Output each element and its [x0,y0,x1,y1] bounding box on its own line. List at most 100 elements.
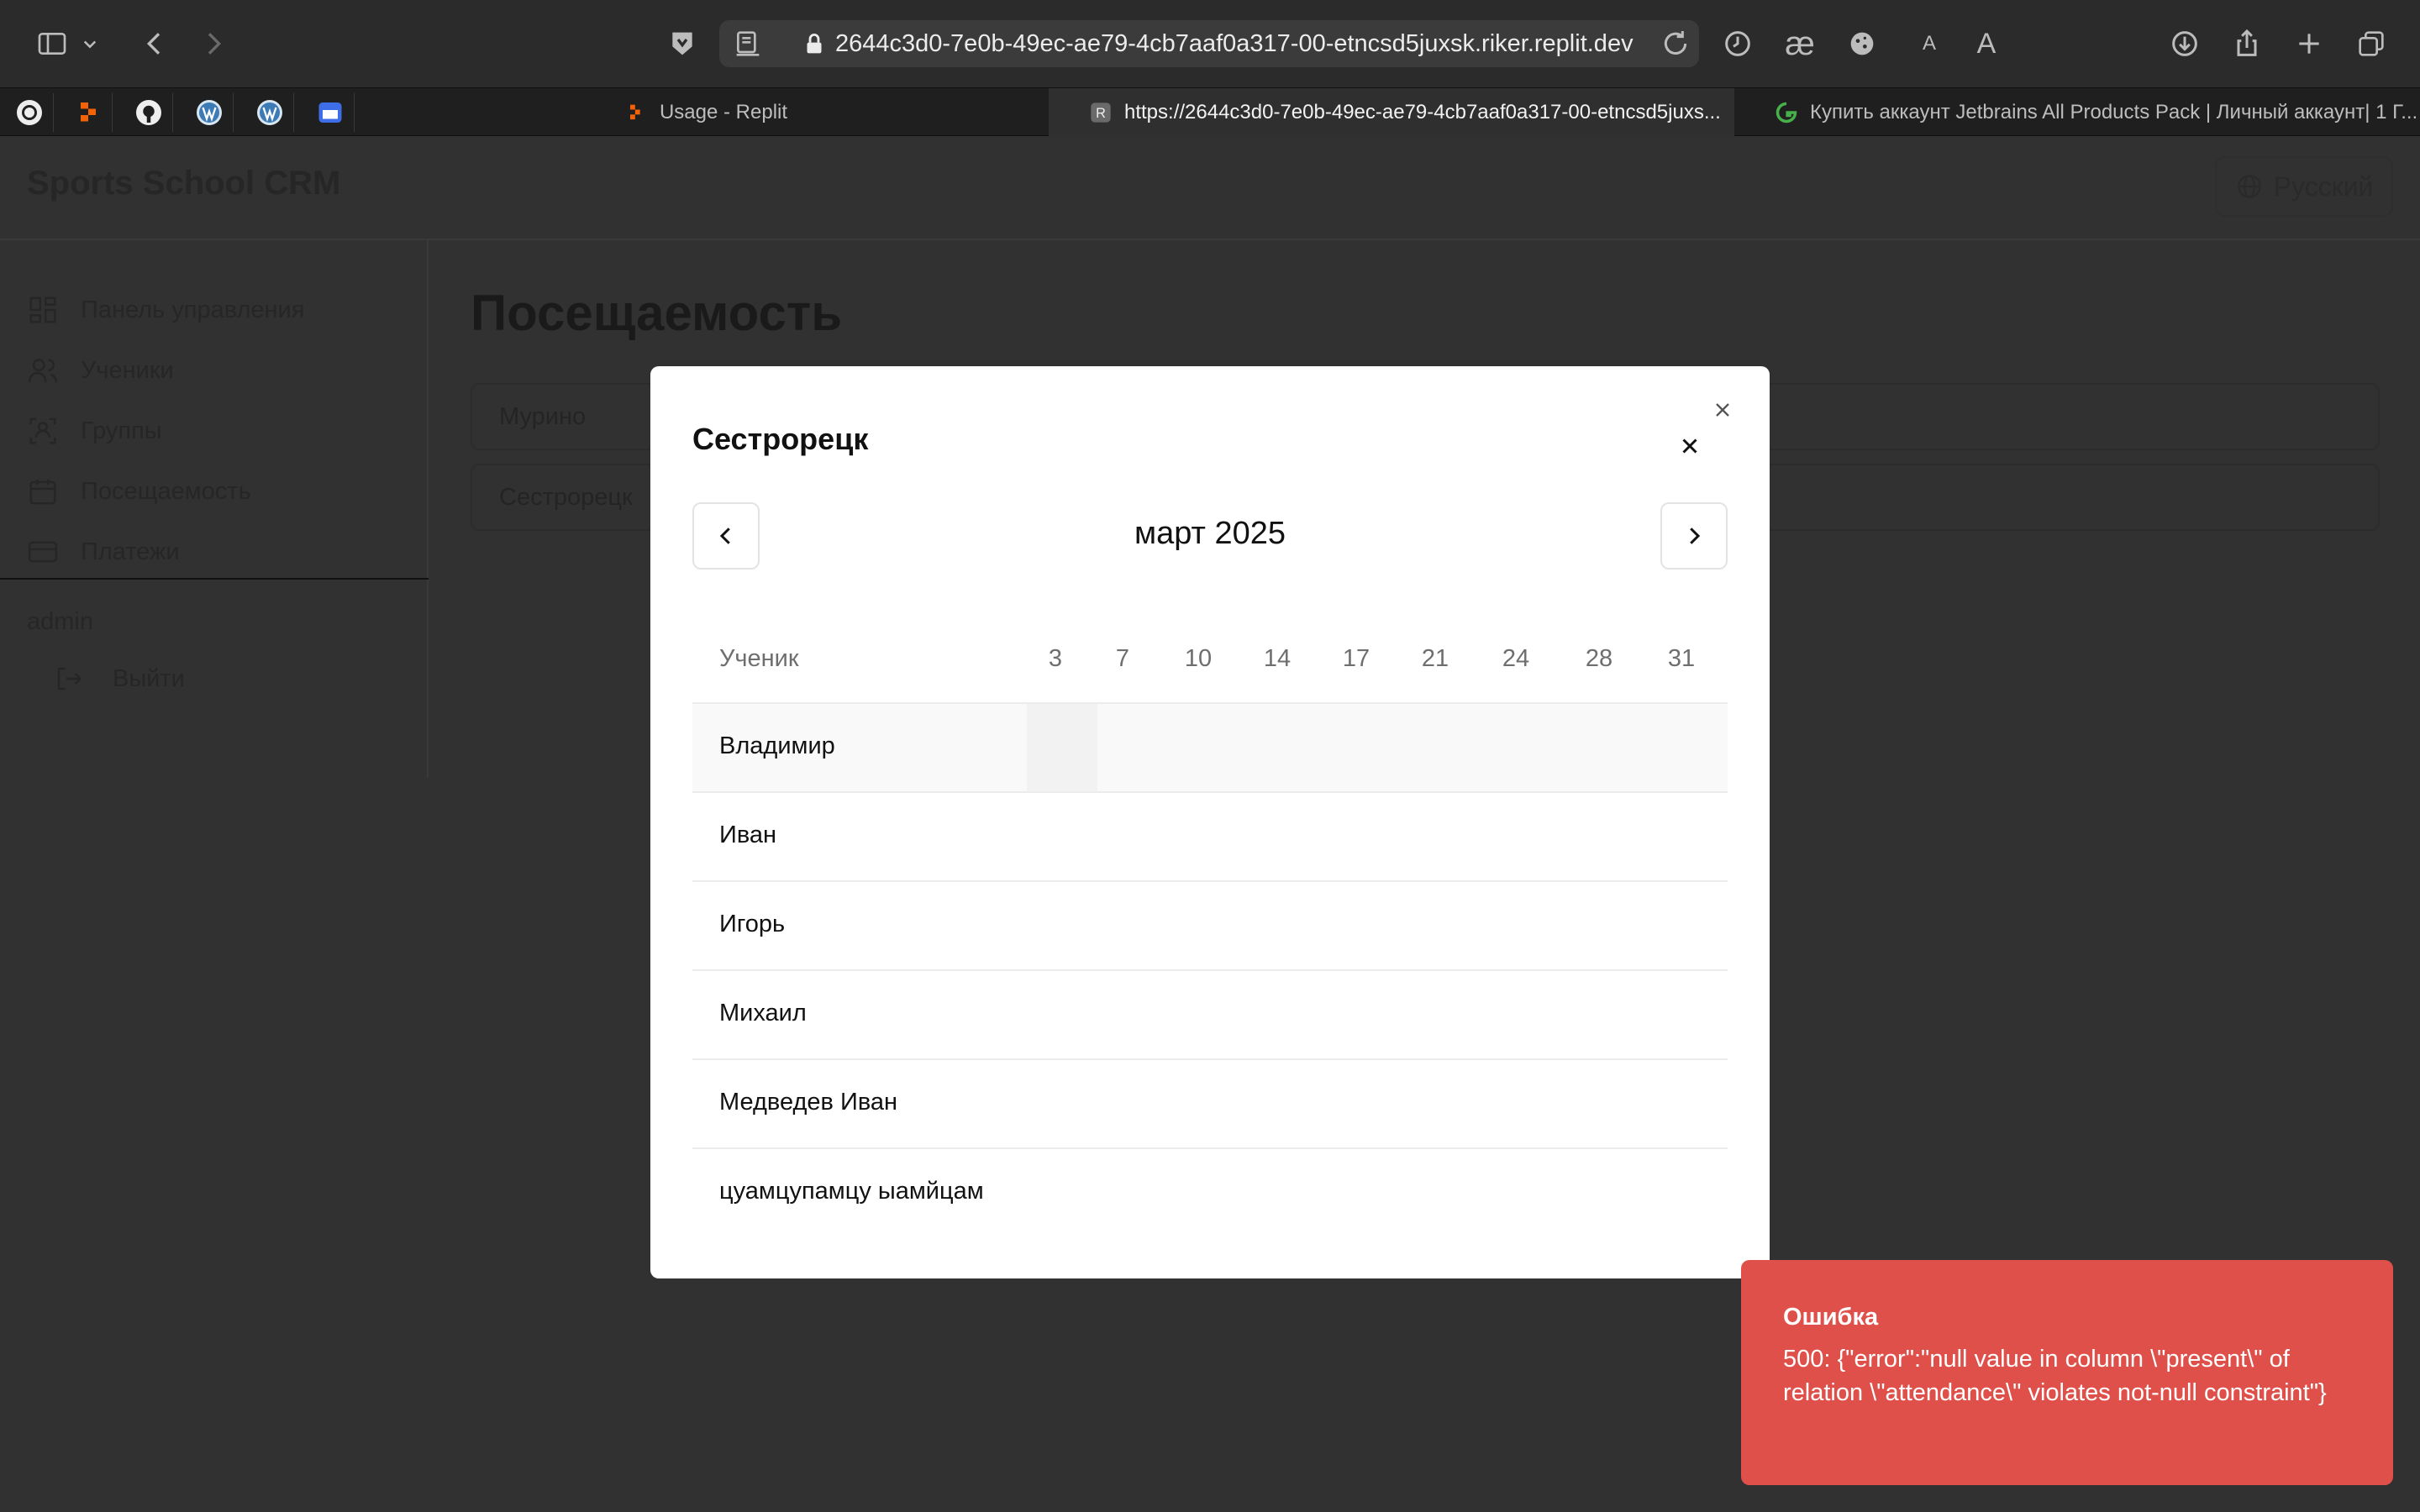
table-row[interactable]: Иван [692,793,1728,882]
attendance-table: Ученик 3 7 10 14 17 21 24 28 31 Владимир… [692,620,1728,1238]
lock-icon [800,22,829,66]
browser-toolbar: 2644c3d0-7e0b-49ec-ae79-4cb7aaf0a317-00-… [0,0,2420,87]
sidebar: Панель управления Ученики Группы Посещае… [0,240,429,778]
replit-favicon-icon [629,104,640,120]
sidebar-toggle-icon[interactable] [30,22,74,66]
chevron-right-icon [1690,528,1701,544]
reader-icon[interactable] [726,22,770,66]
student-name: Иван [719,822,777,848]
tab-title: https://2644c3d0-7e0b-49ec-ae79-4cb7aaf0… [1124,101,1721,123]
toast-message: 500: {"error":"null value in column \"pr… [1783,1346,2327,1406]
shield-extension-icon[interactable] [660,22,704,66]
sidebar-item-label: Ученики [81,356,174,384]
download-icon[interactable] [2163,22,2207,66]
pinned-tab-github-icon[interactable] [124,93,173,132]
table-row[interactable]: цуамцупамцу ыамйцам [692,1149,1728,1238]
pinned-tab-openai-icon[interactable] [5,93,54,132]
close-icon[interactable] [1672,428,1707,464]
ae-extension-icon[interactable]: æ [1778,22,1822,66]
url-text: 2644c3d0-7e0b-49ec-ae79-4cb7aaf0a317-00-… [835,30,1634,57]
sidebar-item-label: Платежи [81,538,180,565]
day-header: 10 [1184,645,1213,672]
sidebar-item-attendance[interactable]: Посещаемость [27,470,251,512]
font-small-icon[interactable]: A [1907,22,1951,66]
language-button[interactable]: Русский [2215,156,2393,217]
table-row[interactable]: Михаил [692,971,1728,1060]
tab-jetbrains[interactable]: Купить аккаунт Jetbrains All Products Pa… [1734,88,2420,137]
sidebar-item-label: Посещаемость [81,477,251,505]
next-month-button[interactable] [1660,502,1728,570]
history-icon[interactable] [1716,22,1760,66]
student-column-header: Ученик [719,645,799,672]
page-title: Посещаемость [471,285,843,341]
toast-title: Ошибка [1783,1304,1879,1331]
pinned-tab-wordpress-2-icon[interactable] [245,93,294,132]
logout-button[interactable]: Выйти [54,664,185,694]
error-toast[interactable]: Ошибка 500: {"error":"null value in colu… [1741,1260,2393,1485]
app-header: Sports School CRM Русский [0,136,2420,240]
back-icon[interactable] [133,22,176,66]
brand-title: Sports School CRM [27,165,341,202]
language-label: Русский [2273,171,2374,202]
day-header: 3 [1048,645,1063,672]
student-name: Медведев Иван [719,1089,898,1116]
modal-title: Сестрорецк [692,422,869,456]
attendance-modal: Сестрорецк март 2025 Ученик 3 7 10 14 17… [650,366,1770,1278]
day-header: 28 [1585,645,1613,672]
pinned-tab-replit-icon[interactable] [64,93,113,132]
table-header: Ученик 3 7 10 14 17 21 24 28 31 [692,620,1728,704]
logout-label: Выйти [113,664,185,692]
calendar-icon [29,479,56,505]
logout-icon [57,667,82,690]
table-row[interactable]: Медведев Иван [692,1060,1728,1149]
users-icon [28,359,58,383]
tab-bar: Usage - Replit R https://2644c3d0-7e0b-4… [0,87,2420,137]
day-header: 24 [1502,645,1530,672]
groups-icon [29,417,56,444]
font-large-icon[interactable]: A [1965,22,2008,66]
dialog-close-icon[interactable] [1706,393,1739,427]
sidebar-item-label: Группы [81,417,162,444]
month-label: март 2025 [1134,516,1286,551]
group-card-label: Мурино [499,403,587,430]
pinned-tab-folder-icon[interactable] [306,93,355,132]
globe-icon [2237,175,2261,198]
sidebar-divider [0,578,429,580]
new-tab-icon[interactable] [2287,22,2331,66]
sidebar-item-students[interactable]: Ученики [27,349,174,391]
group-card-label: Сестрорецк [499,484,633,511]
address-bar[interactable]: 2644c3d0-7e0b-49ec-ae79-4cb7aaf0a317-00-… [719,20,1699,67]
sidebar-item-groups[interactable]: Группы [27,410,162,452]
tab-overview-icon[interactable] [2349,22,2393,66]
student-name: Владимир [719,732,835,759]
student-name: Михаил [719,1000,807,1026]
app-favicon-icon: R [1091,102,1111,123]
student-name: Игорь [719,911,786,937]
tab-active-app[interactable]: R https://2644c3d0-7e0b-49ec-ae79-4cb7aa… [1049,88,1734,137]
attendance-cell[interactable] [1027,704,1097,791]
cookie-icon[interactable] [1840,22,1884,66]
sidebar-item-label: Панель управления [81,296,305,323]
tab-replit-usage[interactable]: Usage - Replit [363,88,1049,137]
day-header: 17 [1342,645,1370,672]
student-name: цуамцупамцу ыамйцам [719,1178,984,1205]
table-row[interactable]: Игорь [692,882,1728,971]
day-header: 21 [1421,645,1449,672]
shop-favicon-icon [1776,102,1797,123]
card-icon [28,541,58,563]
sidebar-item-dashboard[interactable]: Панель управления [27,289,304,331]
pinned-tab-wordpress-icon[interactable] [185,93,234,132]
dashboard-icon [29,297,56,323]
current-user: admin [27,608,93,635]
sidebar-item-payments[interactable]: Платежи [27,531,180,573]
share-icon[interactable] [2225,22,2269,66]
chevron-down-icon[interactable] [77,22,103,66]
day-header: 14 [1263,645,1292,672]
day-header: 31 [1667,645,1696,672]
table-row[interactable]: Владимир [692,704,1728,793]
day-header: 7 [1115,645,1130,672]
svg-text:R: R [1096,106,1106,121]
reload-icon[interactable] [1654,22,1697,66]
forward-icon[interactable] [192,22,235,66]
tab-title: Купить аккаунт Jetbrains All Products Pa… [1810,101,2418,123]
